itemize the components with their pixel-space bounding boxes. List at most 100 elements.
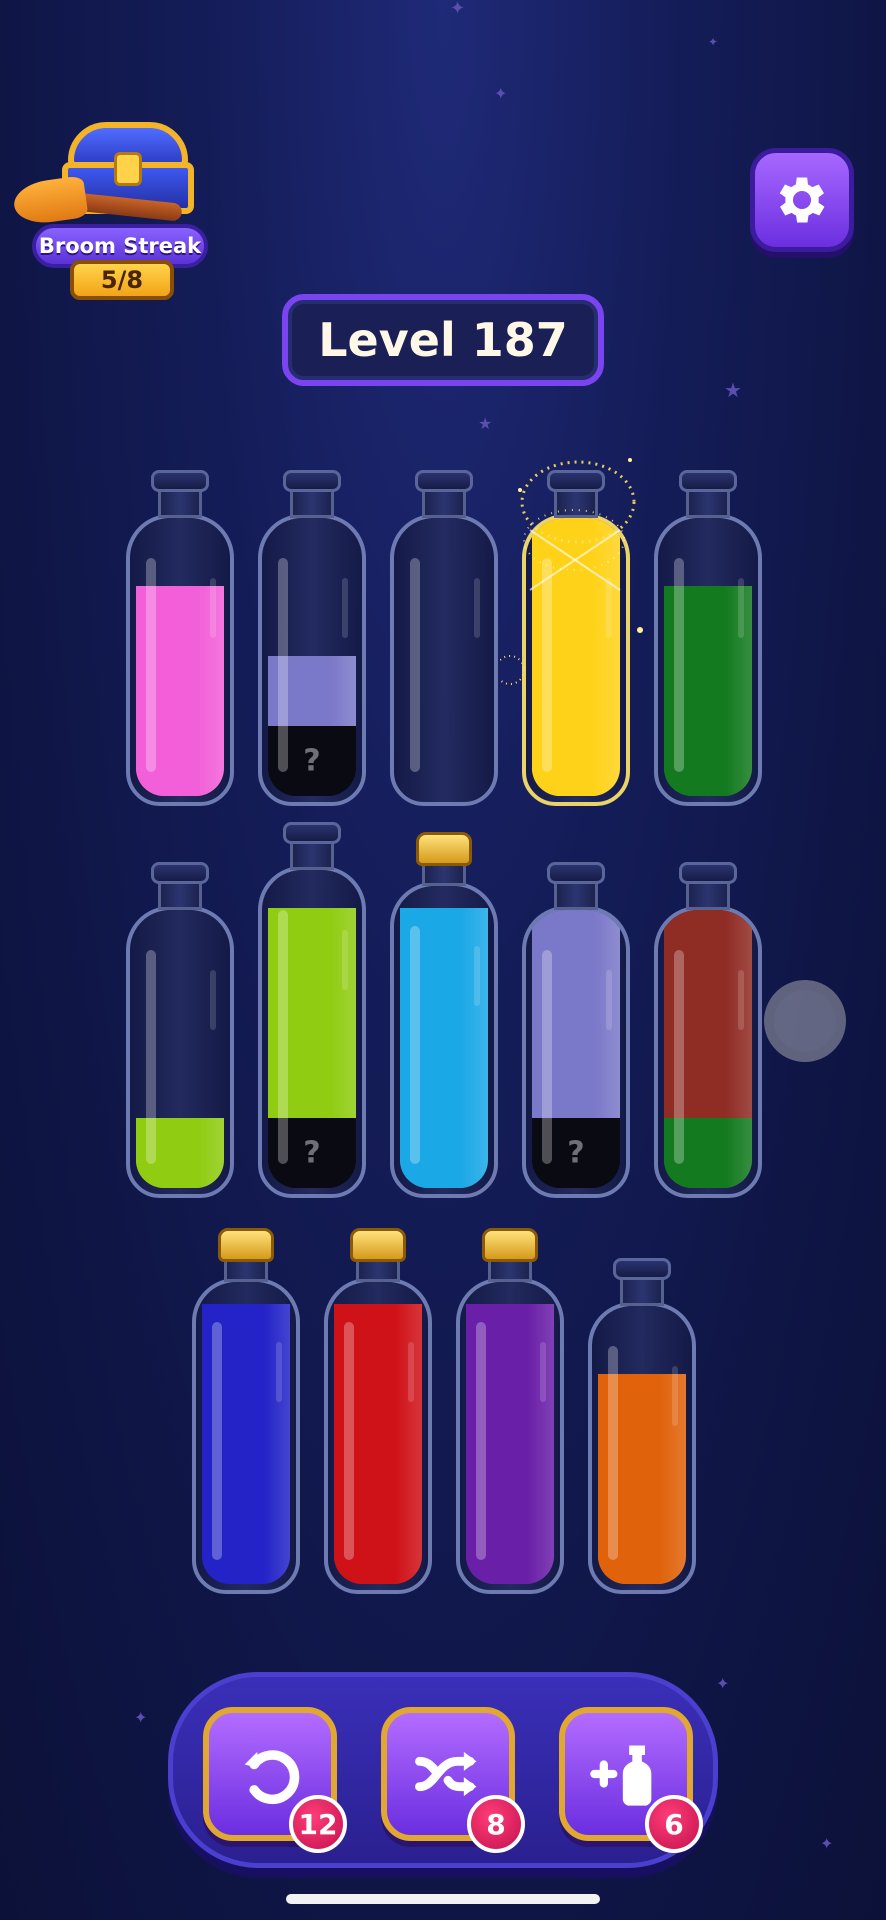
glass-highlight [674, 950, 684, 1164]
glass-highlight [410, 558, 420, 772]
star-decoration: ✦ [494, 84, 508, 103]
add-bottle-button[interactable]: 6 [559, 1707, 703, 1853]
glass-highlight [342, 578, 348, 638]
bottle-glass [456, 1278, 564, 1594]
bottle-rim [151, 470, 209, 492]
level-label: Level 187 [318, 313, 568, 367]
add-bottle-count-badge: 6 [645, 1795, 703, 1853]
star-decoration: ★ [478, 414, 493, 433]
shuffle-icon [415, 1751, 477, 1797]
star-decoration: ✦ [450, 0, 466, 19]
bottle-13[interactable] [456, 1228, 564, 1594]
glass-highlight [410, 926, 420, 1164]
star-decoration: ✦ [820, 1834, 834, 1853]
bottle-8[interactable] [390, 832, 498, 1198]
glass-highlight [738, 578, 744, 638]
broom-streak-count: 5/8 [100, 266, 144, 294]
glass-highlight [210, 578, 216, 638]
star-decoration: ✦ [708, 35, 719, 49]
star-decoration: ✦ [716, 1674, 730, 1693]
bottle-glass [192, 1278, 300, 1594]
bottle-glass: ? [522, 906, 630, 1198]
bottle-neck [554, 880, 598, 910]
glass-highlight [278, 558, 288, 772]
glass-highlight [212, 1322, 222, 1560]
bottle-neck [422, 488, 466, 518]
bottle-neck [158, 488, 202, 518]
glass-highlight [474, 578, 480, 638]
broom-streak-progress: 5/8 [70, 260, 174, 300]
bottle-4[interactable] [522, 470, 630, 806]
level-indicator: Level 187 [282, 294, 604, 386]
glass-highlight [342, 930, 348, 990]
bottle-glass [390, 882, 498, 1198]
cork-icon [482, 1228, 538, 1262]
bottle-glass [522, 514, 630, 806]
glass-highlight [606, 970, 612, 1030]
settings-button[interactable] [750, 148, 854, 252]
broom-streak-title: Broom Streak [38, 234, 202, 258]
bottle-3[interactable] [390, 470, 498, 806]
star-decoration: ✦ [134, 1708, 148, 1727]
glass-highlight [672, 1366, 678, 1426]
bottle-rim [547, 470, 605, 492]
bottle-2[interactable]: ? [258, 470, 366, 806]
bottle-neck [686, 880, 730, 910]
bottle-9[interactable]: ? [522, 862, 630, 1198]
bottle-neck [620, 1276, 664, 1306]
gear-icon [779, 177, 825, 223]
bottle-7[interactable]: ? [258, 822, 366, 1198]
bottle-glass [126, 906, 234, 1198]
broom-icon [11, 175, 183, 227]
glass-highlight [474, 946, 480, 1006]
bottle-rim [547, 862, 605, 884]
bottle-neck [290, 488, 334, 518]
add-bottle-icon [590, 1745, 652, 1806]
glass-highlight [278, 910, 288, 1164]
bottle-6[interactable] [126, 862, 234, 1198]
glass-highlight [146, 950, 156, 1164]
bottle-rim [151, 862, 209, 884]
bottle-rim [283, 822, 341, 844]
shuffle-button[interactable]: 8 [381, 1707, 525, 1853]
bottle-rim [679, 862, 737, 884]
bottle-12[interactable] [324, 1228, 432, 1594]
glass-highlight [542, 558, 552, 772]
undo-button[interactable]: 12 [203, 1707, 347, 1853]
bottle-glass: ? [258, 866, 366, 1198]
glass-highlight [408, 1342, 414, 1402]
glass-highlight [542, 950, 552, 1164]
bottle-11[interactable] [192, 1228, 300, 1594]
powerup-toolbar: 12 8 6 [168, 1672, 718, 1868]
touch-indicator [764, 980, 846, 1062]
glass-highlight [476, 1322, 486, 1560]
cork-icon [416, 832, 472, 866]
glass-highlight [276, 1342, 282, 1402]
cork-icon [350, 1228, 406, 1262]
glass-highlight [608, 1346, 618, 1560]
bottle-glass [126, 514, 234, 806]
glass-highlight [738, 970, 744, 1030]
bottle-10[interactable] [654, 862, 762, 1198]
bottle-1[interactable] [126, 470, 234, 806]
bottle-14[interactable] [588, 1258, 696, 1594]
bottle-glass [324, 1278, 432, 1594]
undo-icon [244, 1750, 300, 1805]
bottle-neck [290, 840, 334, 870]
broom-streak-badge[interactable]: Broom Streak 5/8 [11, 118, 208, 300]
bottle-glass [390, 514, 498, 806]
undo-count-badge: 12 [289, 1795, 347, 1853]
cork-icon [218, 1228, 274, 1262]
bottle-5[interactable] [654, 470, 762, 806]
glass-highlight [344, 1322, 354, 1560]
shuffle-count-badge: 8 [467, 1795, 525, 1853]
bottle-rim [679, 470, 737, 492]
glass-highlight [674, 558, 684, 772]
glass-highlight [146, 558, 156, 772]
bottle-rim [283, 470, 341, 492]
bottle-neck [158, 880, 202, 910]
bottle-glass [588, 1302, 696, 1594]
home-indicator[interactable] [286, 1894, 600, 1904]
glass-highlight [540, 1342, 546, 1402]
bottle-neck [686, 488, 730, 518]
